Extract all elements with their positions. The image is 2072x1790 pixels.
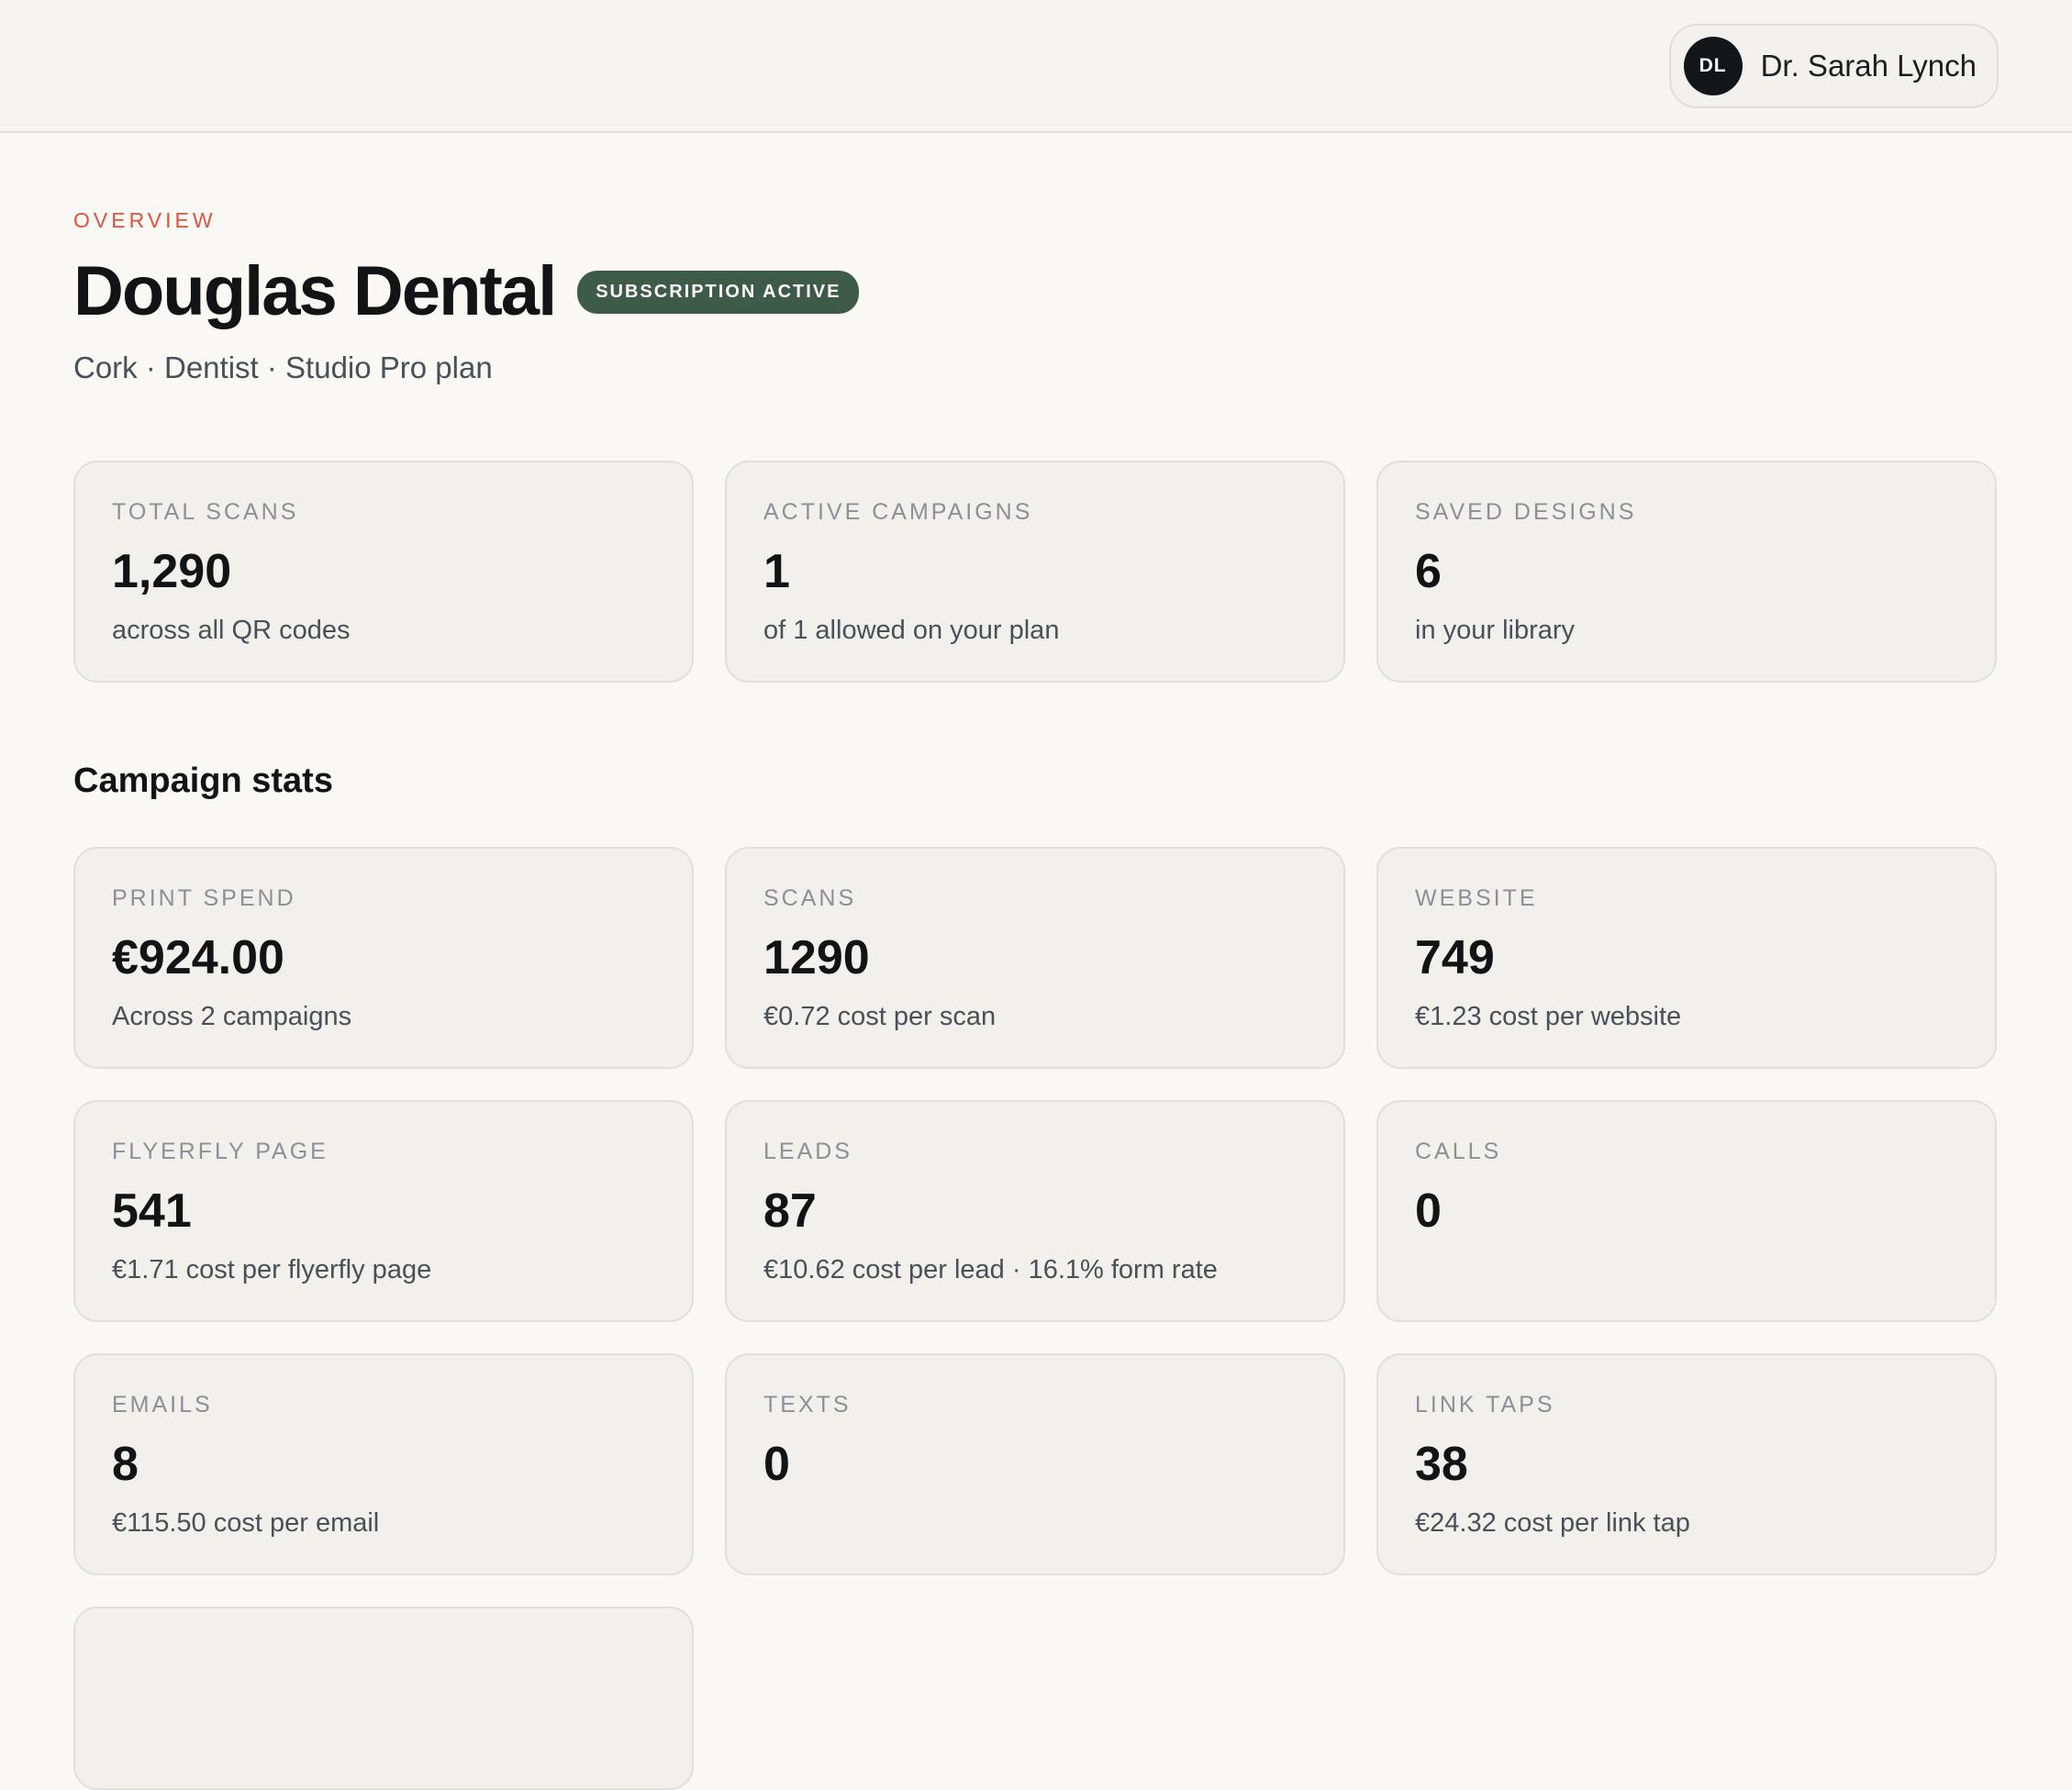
summary-card-saved-designs: SAVED DESIGNS 6 in your library [1376, 461, 1997, 683]
card-value: 1,290 [112, 545, 232, 598]
stat-card-print-spend: PRINT SPEND €924.00 Across 2 campaigns [73, 847, 694, 1069]
main-content: OVERVIEW Douglas Dental SUBSCRIPTION ACT… [73, 133, 1999, 1790]
card-subtext: €24.32 cost per link tap [1415, 1508, 1690, 1538]
top-bar: DL Dr. Sarah Lynch [0, 0, 2072, 133]
page-title: Douglas Dental [73, 252, 557, 330]
section-eyebrow: OVERVIEW [73, 208, 217, 232]
card-label: SAVED DESIGNS [1415, 499, 1637, 525]
page-subtitle: Cork · Dentist · Studio Pro plan [73, 350, 493, 384]
card-subtext: in your library [1415, 616, 1576, 645]
summary-cards: TOTAL SCANS 1,290 across all QR codes AC… [73, 461, 1999, 683]
card-value: 0 [1415, 1184, 1442, 1238]
card-value: 1290 [763, 931, 870, 984]
campaign-stats-heading: Campaign stats [73, 762, 333, 800]
card-label: TOTAL SCANS [112, 499, 299, 525]
card-label: LEADS [763, 1139, 852, 1164]
stat-card-website: WEBSITE 749 €1.23 cost per website [1376, 847, 1997, 1069]
user-menu-button[interactable]: DL Dr. Sarah Lynch [1668, 24, 1999, 108]
stat-card-calls: CALLS 0 [1376, 1100, 1997, 1322]
card-value: 541 [112, 1184, 192, 1238]
card-subtext: €115.50 cost per email [112, 1508, 380, 1538]
card-subtext: Across 2 campaigns [112, 1002, 352, 1031]
card-subtext: €1.23 cost per website [1415, 1002, 1682, 1031]
avatar-initials: DL [1699, 55, 1727, 76]
stat-card-texts: TEXTS 0 [725, 1353, 1345, 1575]
card-label: SCANS [763, 885, 857, 911]
card-subtext: €10.62 cost per lead · 16.1% form rate [763, 1255, 1218, 1284]
title-row: Douglas Dental SUBSCRIPTION ACTIVE [73, 257, 1999, 327]
stat-card-emails: EMAILS 8 €115.50 cost per email [73, 1353, 694, 1575]
card-label: WEBSITE [1415, 885, 1538, 911]
card-value: 87 [763, 1184, 817, 1238]
card-value: 0 [763, 1438, 790, 1491]
summary-card-active-campaigns: ACTIVE CAMPAIGNS 1 of 1 allowed on your … [725, 461, 1345, 683]
card-subtext: €1.71 cost per flyerfly page [112, 1255, 432, 1284]
summary-card-total-scans: TOTAL SCANS 1,290 across all QR codes [73, 461, 694, 683]
card-value: 8 [112, 1438, 139, 1491]
campaign-stats-grid: PRINT SPEND €924.00 Across 2 campaigns S… [73, 847, 1999, 1790]
card-label: FLYERFLY PAGE [112, 1139, 329, 1164]
card-label: EMAILS [112, 1392, 213, 1418]
card-subtext: across all QR codes [112, 616, 351, 645]
card-value: €924.00 [112, 931, 284, 984]
stat-card-scans: SCANS 1290 €0.72 cost per scan [725, 847, 1345, 1069]
card-label: TEXTS [763, 1392, 852, 1418]
stat-card-link-taps: LINK TAPS 38 €24.32 cost per link tap [1376, 1353, 1997, 1575]
card-label: CALLS [1415, 1139, 1502, 1164]
card-label: PRINT SPEND [112, 885, 296, 911]
stat-card-flyerfly-page: FLYERFLY PAGE 541 €1.71 cost per flyerfl… [73, 1100, 694, 1322]
card-subtext: of 1 allowed on your plan [763, 616, 1060, 645]
avatar: DL [1683, 37, 1743, 95]
card-value: 6 [1415, 545, 1442, 598]
card-value: 38 [1415, 1438, 1468, 1491]
user-name: Dr. Sarah Lynch [1760, 49, 1977, 83]
status-badge: SUBSCRIPTION ACTIVE [577, 270, 860, 314]
card-label: LINK TAPS [1415, 1392, 1555, 1418]
card-label: ACTIVE CAMPAIGNS [763, 499, 1033, 525]
card-value: 749 [1415, 931, 1495, 984]
stat-card-leads: LEADS 87 €10.62 cost per lead · 16.1% fo… [725, 1100, 1345, 1322]
stat-card-partial [73, 1607, 694, 1790]
card-subtext: €0.72 cost per scan [763, 1002, 997, 1031]
card-value: 1 [763, 545, 790, 598]
